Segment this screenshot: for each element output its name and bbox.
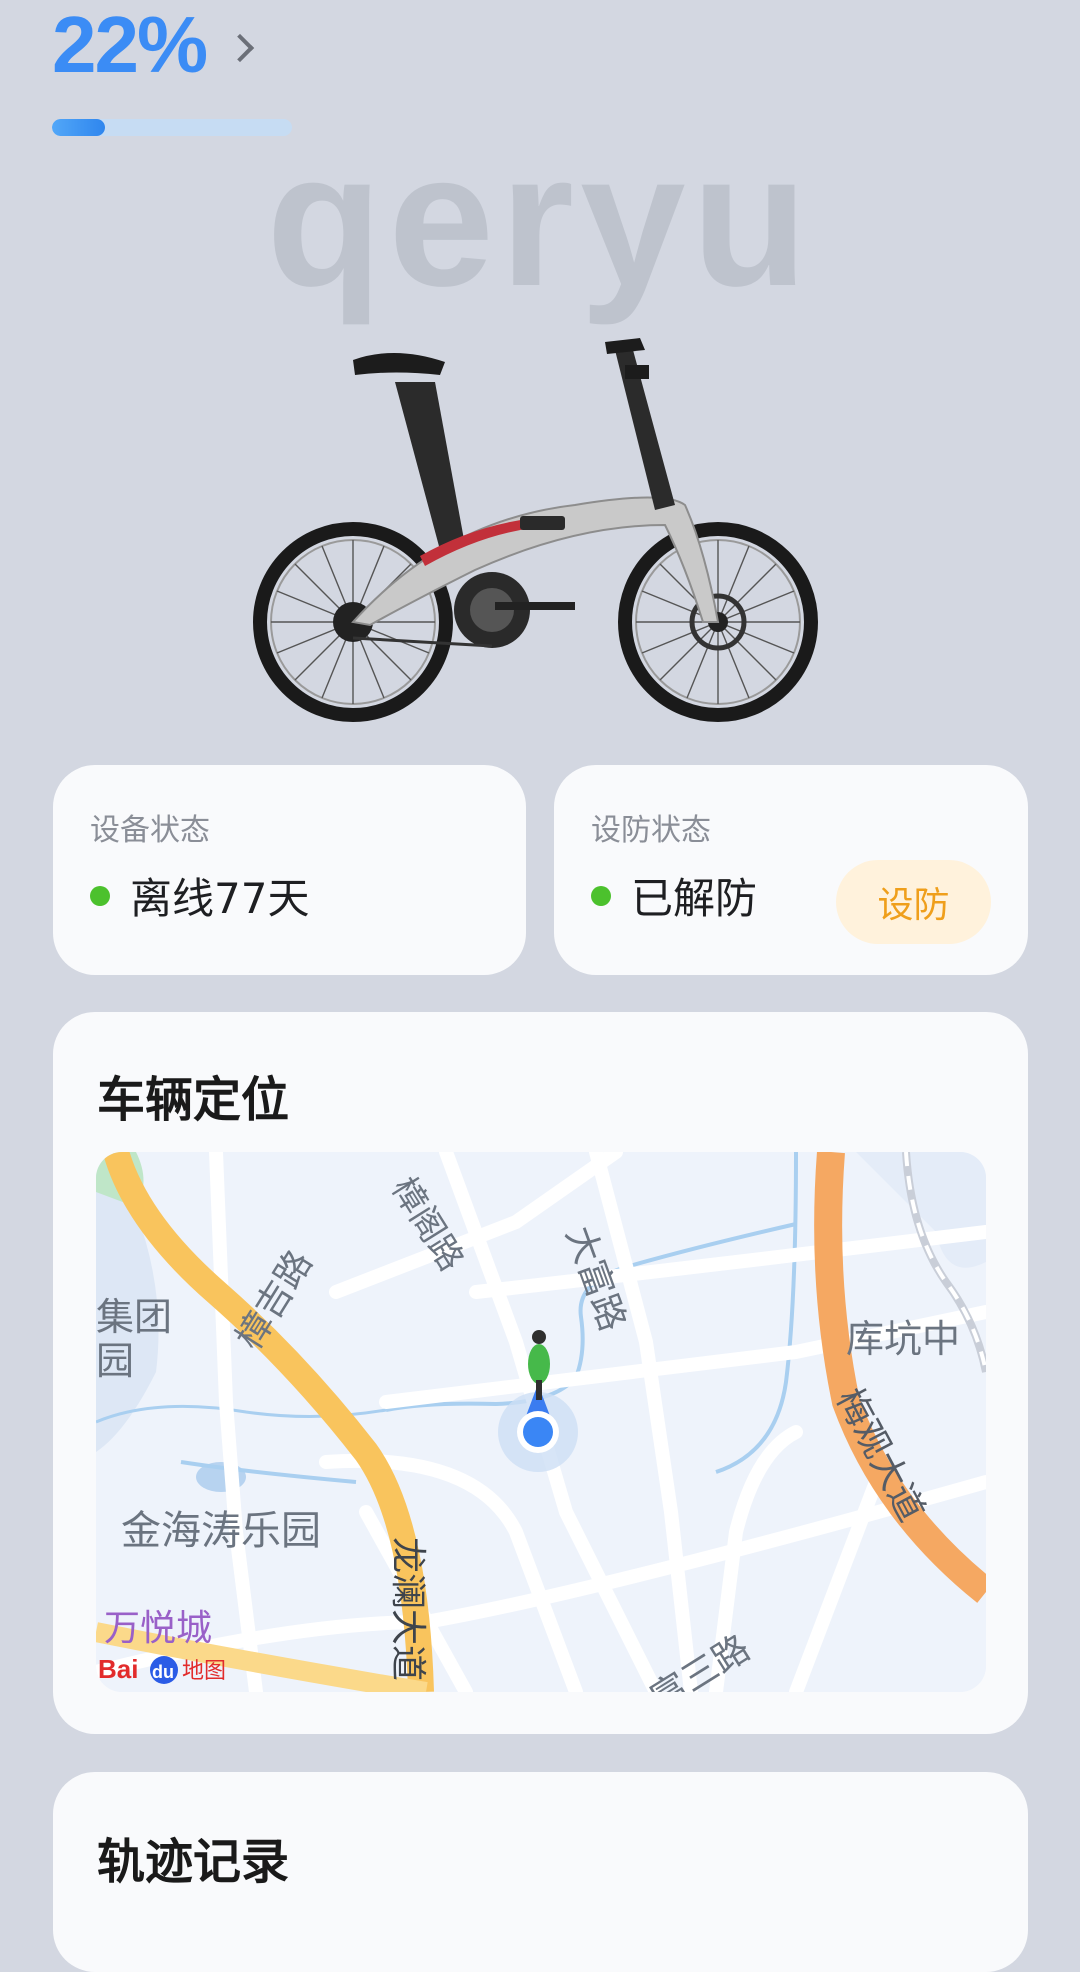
track-records-title: 轨迹记录 bbox=[97, 1834, 290, 1890]
map-label-jinhai: 金海涛乐园 bbox=[121, 1508, 321, 1554]
vehicle-location-title: 车辆定位 bbox=[97, 1072, 290, 1128]
vehicle-location-marker-icon[interactable] bbox=[523, 1417, 553, 1447]
map-view[interactable]: 樟吉路 樟阁路 大富路 库坑中 梅观大道 龙澜大道 金海涛乐园 集团 园 万悦城… bbox=[96, 1152, 986, 1692]
map-label-jituan-a: 集团 bbox=[96, 1295, 172, 1339]
bike-image bbox=[253, 338, 818, 722]
status-dot-icon bbox=[591, 885, 611, 906]
device-status-card: 设备状态 离线77天 bbox=[53, 765, 526, 975]
baidu-map-logo: Bai du 地图 bbox=[98, 1654, 226, 1684]
track-records-card[interactable]: 轨迹记录 bbox=[53, 1772, 1028, 1972]
battery-percent: 22% bbox=[52, 0, 208, 89]
defense-status-value: 已解防 bbox=[631, 874, 758, 923]
device-status-value: 离线77天 bbox=[130, 874, 310, 923]
brand-watermark: qeryu bbox=[266, 114, 814, 326]
baidu-logo-ditu: 地图 bbox=[182, 1659, 226, 1684]
arm-button[interactable]: 设防 bbox=[836, 860, 991, 944]
vehicle-location-card: 车辆定位 樟吉路 樟阁路 大富路 库坑中 梅观大道 龙澜大道 金海涛乐园 集团 … bbox=[53, 1012, 1028, 1734]
device-status-label: 设备状态 bbox=[90, 813, 210, 848]
map-label-wanyue: 万悦城 bbox=[104, 1608, 212, 1649]
defense-status-label: 设防状态 bbox=[591, 813, 711, 848]
baidu-logo-bai: Bai bbox=[98, 1654, 138, 1684]
map-label-kukeng: 库坑中 bbox=[846, 1317, 960, 1361]
battery-indicator[interactable]: 22% bbox=[52, 0, 255, 90]
baidu-logo-du: du bbox=[152, 1662, 174, 1682]
defense-status-card: 设防状态 已解防 设防 bbox=[554, 765, 1028, 975]
status-dot-icon bbox=[90, 885, 110, 906]
chevron-right-icon bbox=[225, 33, 255, 63]
map-label-longlan: 龙澜大道 bbox=[387, 1537, 428, 1681]
map-label-jituan-b: 园 bbox=[96, 1339, 134, 1383]
